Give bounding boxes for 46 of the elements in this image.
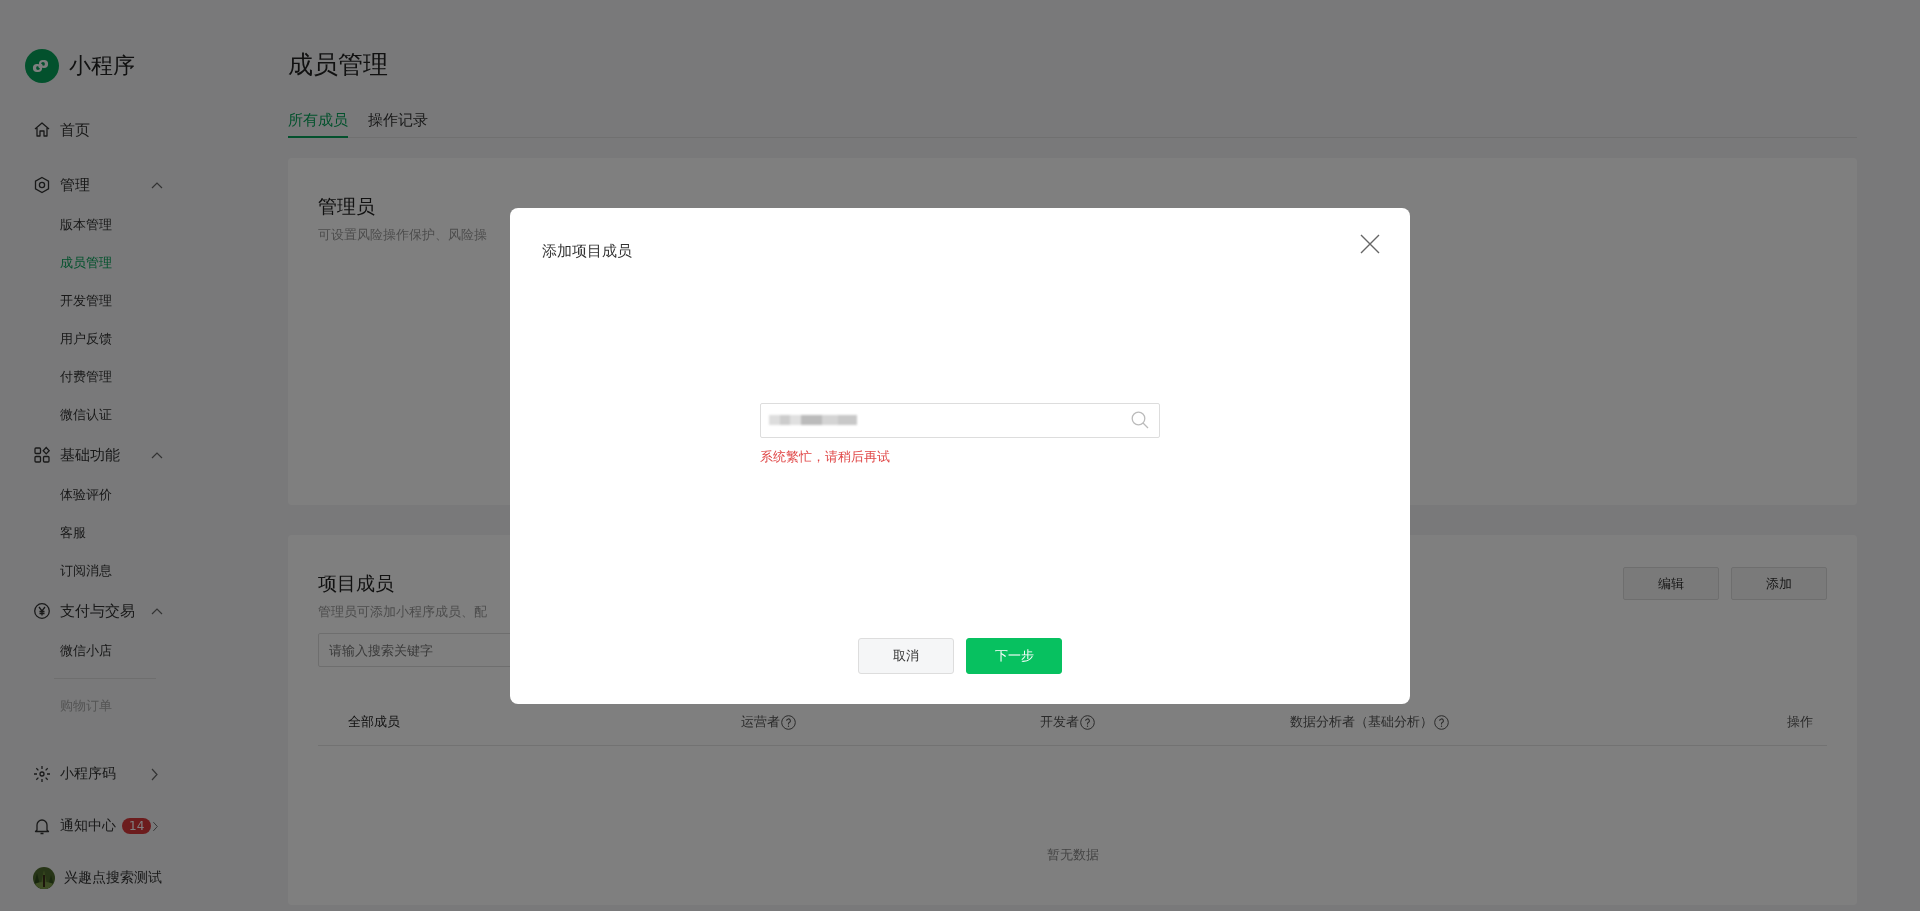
chevron-right-icon (151, 819, 160, 833)
column-header: 全部成员 (348, 713, 400, 731)
app-name: 小程序 (69, 52, 135, 80)
page-title: 成员管理 (288, 49, 389, 81)
count-badge: 14 (122, 818, 152, 834)
column-header: 开发者 (1040, 713, 1079, 731)
yen-icon (33, 602, 51, 620)
card-title: 管理员 (318, 194, 376, 219)
tab[interactable]: 所有成员 (288, 111, 348, 138)
close-icon[interactable] (1360, 233, 1380, 254)
hexagon-icon (33, 176, 51, 194)
chevron-right-icon (149, 767, 160, 781)
sidebar-item[interactable]: 开发管理 (0, 282, 230, 320)
sidebar-item[interactable]: 客服 (0, 514, 230, 552)
logo-icon (25, 49, 59, 83)
search-field[interactable] (760, 402, 1160, 438)
sidebar-item[interactable]: 订阅消息 (0, 552, 230, 590)
tab[interactable]: 操作记录 (368, 111, 428, 138)
sidebar-item[interactable]: 首页 (0, 109, 230, 151)
home-icon (33, 121, 51, 139)
column-header: 运营者 (741, 713, 780, 731)
sidebar-item[interactable]: 付费管理 (0, 358, 230, 396)
bell-icon (33, 817, 51, 835)
sidebar-item[interactable]: 兴趣点搜索测试 (0, 856, 230, 900)
sidebar-item[interactable]: 微信认证 (0, 396, 230, 434)
sidebar-item[interactable]: 成员管理 (0, 244, 230, 282)
cancel-button[interactable]: 取消 (858, 637, 954, 674)
action-button[interactable]: 添加 (1731, 567, 1827, 600)
sidebar-item[interactable]: 小程序码 (0, 752, 230, 796)
column-header: 操作 (1787, 713, 1813, 731)
error-message: 系统繁忙，请稍后再试 (760, 447, 891, 466)
action-button[interactable]: 编辑 (1623, 567, 1719, 600)
sidebar-item[interactable]: 版本管理 (0, 206, 230, 244)
sidebar-item[interactable]: 基础功能 (0, 434, 230, 476)
dialog-title: 添加项目成员 (542, 241, 632, 261)
next-button[interactable]: 下一步 (966, 637, 1062, 674)
sidebar-item[interactable]: 用户反馈 (0, 320, 230, 358)
sidebar-item[interactable]: 微信小店 (0, 632, 230, 670)
search-icon (1131, 411, 1149, 429)
card-title: 项目成员 (318, 571, 395, 596)
sidebar-item[interactable]: 通知中心 14 (0, 804, 230, 848)
column-header: 数据分析者（基础分析） (1290, 713, 1433, 731)
sidebar-item[interactable]: 管理 (0, 164, 230, 206)
sidebar-item[interactable]: 体验评价 (0, 476, 230, 514)
grid-icon (33, 446, 51, 464)
sidebar-item[interactable]: 支付与交易 (0, 590, 230, 632)
